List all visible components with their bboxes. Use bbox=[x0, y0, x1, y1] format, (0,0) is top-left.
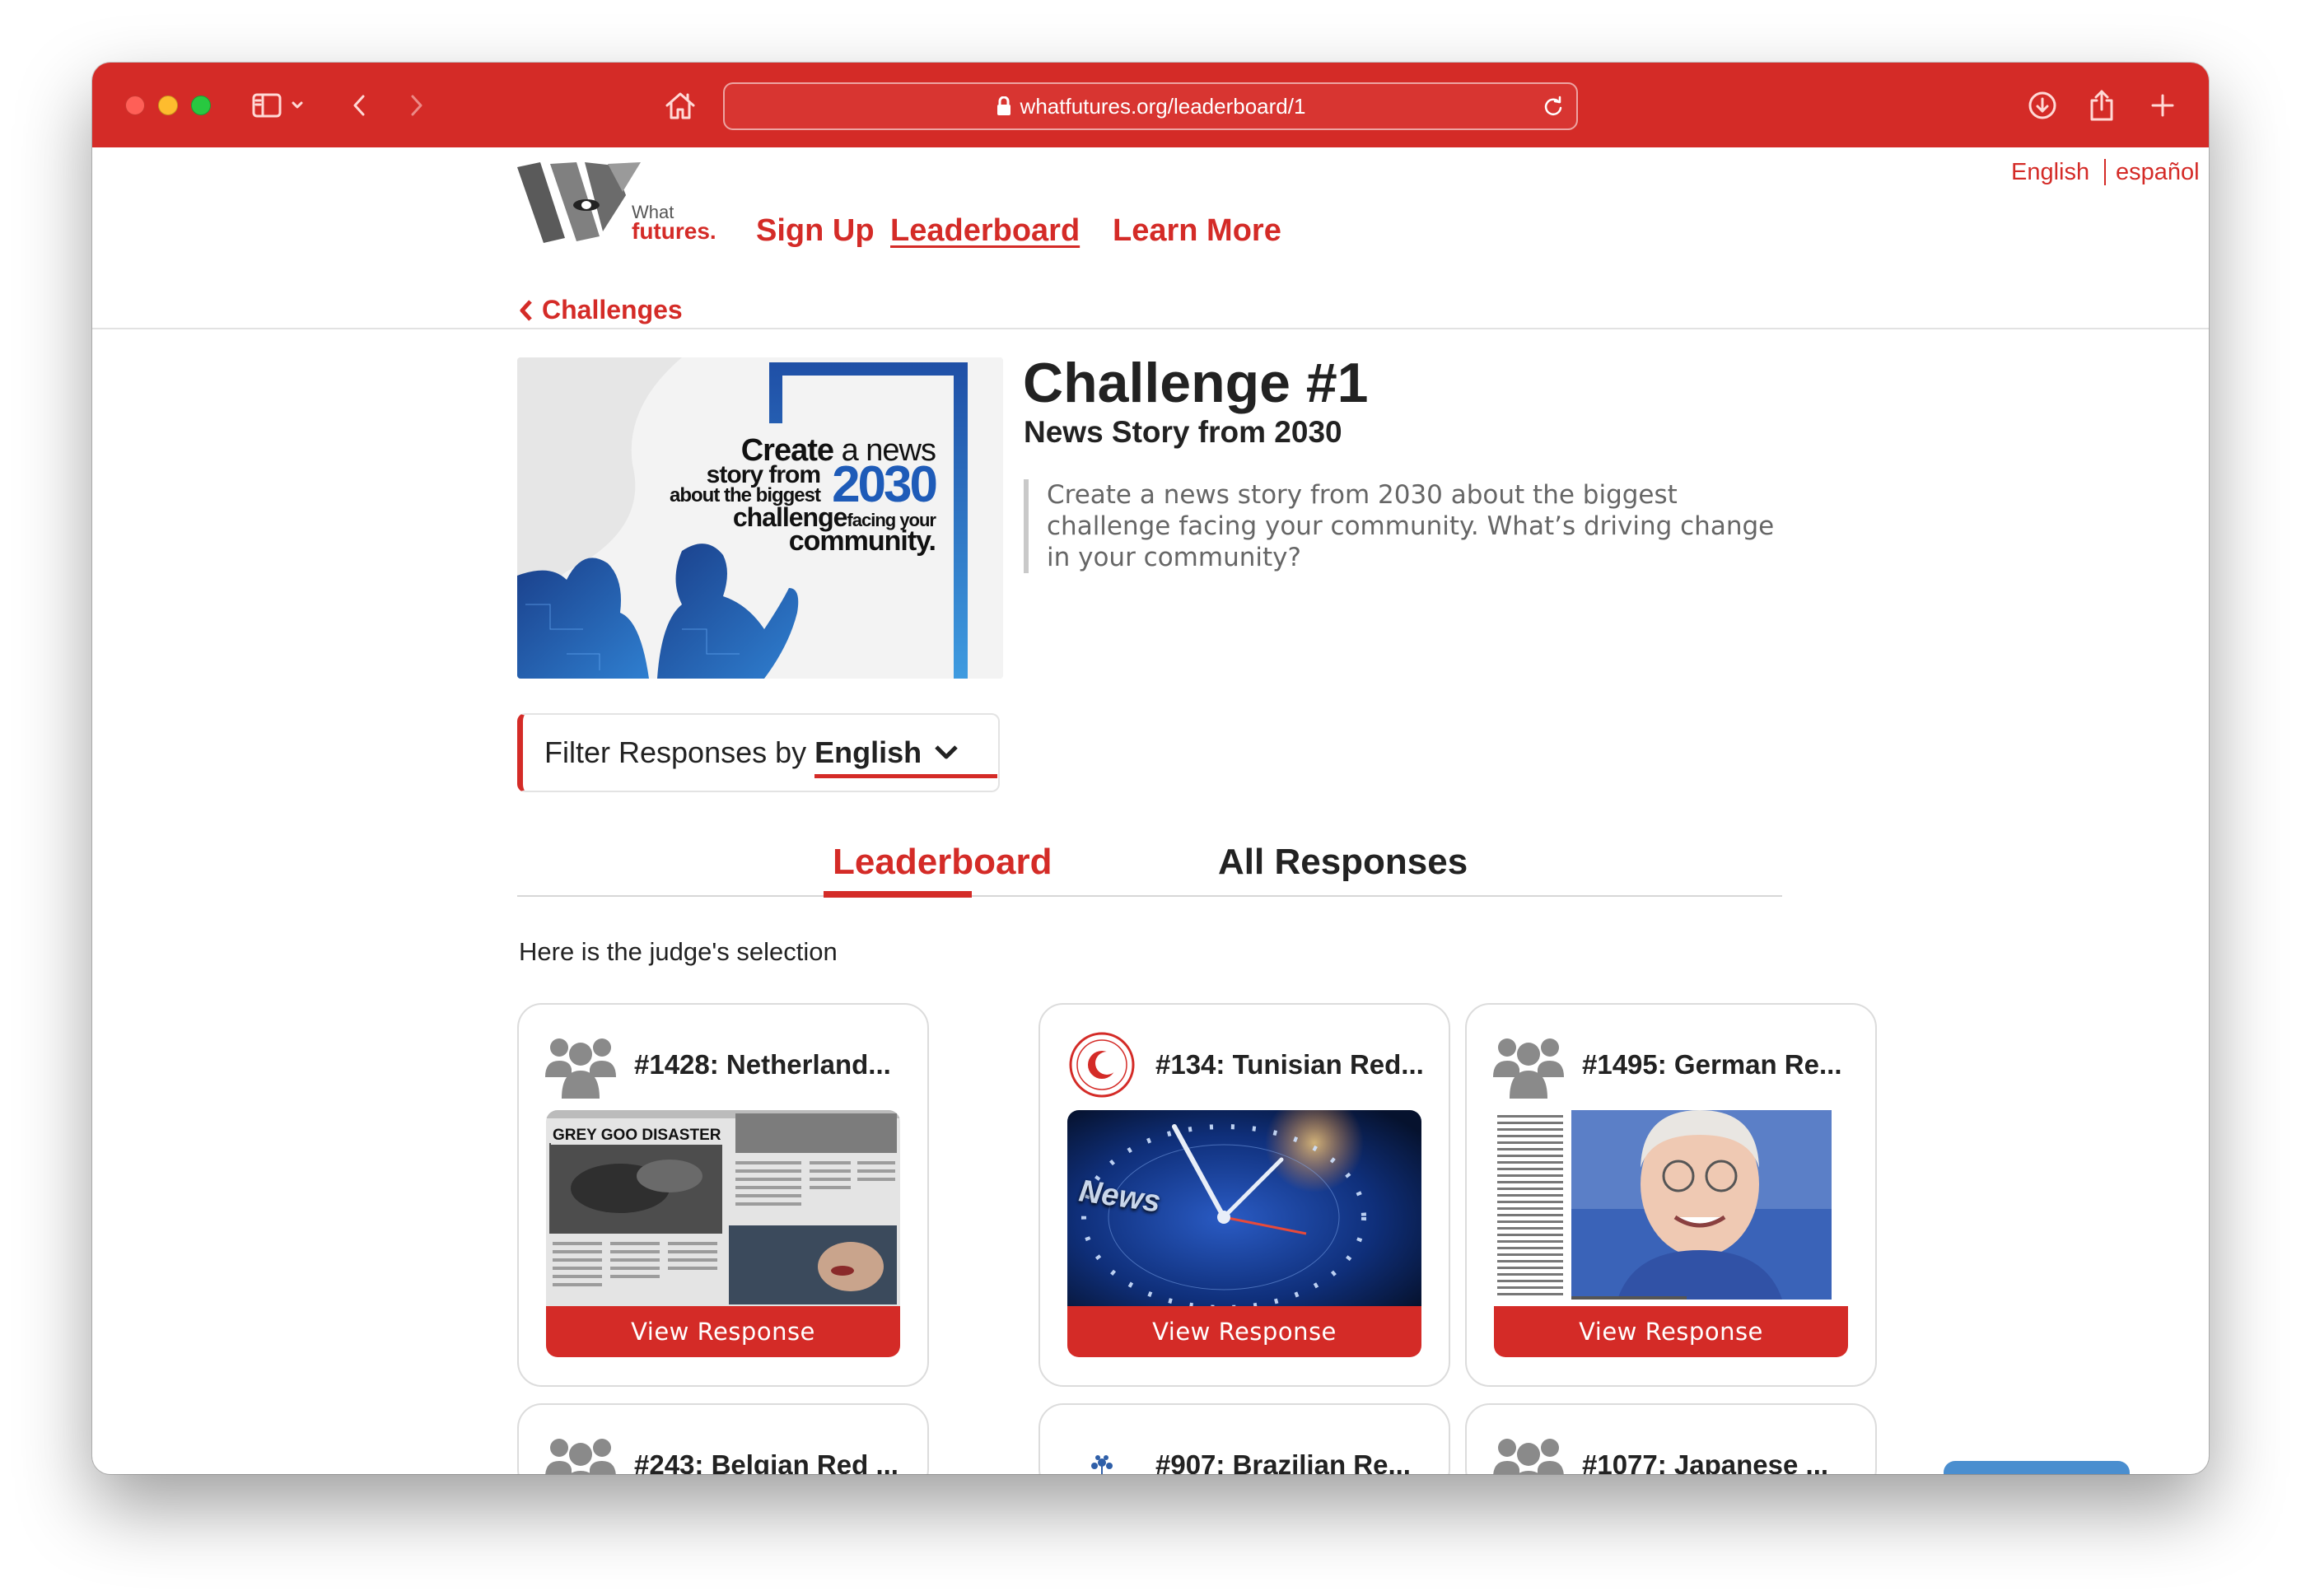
language-filter[interactable]: Filter Responses by English bbox=[517, 713, 1000, 792]
floating-tab-button[interactable] bbox=[1944, 1461, 2130, 1474]
close-window-button[interactable] bbox=[125, 96, 145, 115]
judge-selection-text: Here is the judge's selection bbox=[519, 937, 838, 966]
zoom-window-button[interactable] bbox=[191, 96, 211, 115]
hero-text-year: 2030 bbox=[832, 456, 938, 513]
back-to-challenges-link[interactable]: Challenges bbox=[519, 295, 683, 325]
filter-label: Filter Responses by bbox=[544, 735, 807, 769]
group-icon bbox=[545, 1038, 616, 1099]
home-icon[interactable] bbox=[660, 86, 700, 125]
share-icon[interactable] bbox=[2082, 86, 2121, 125]
response-card-title[interactable]: #1428: Netherland... bbox=[634, 1049, 914, 1080]
response-card[interactable]: #907: Brazilian Re... bbox=[1038, 1403, 1450, 1474]
browser-window: whatfutures.org/leaderboard/1 What futur… bbox=[92, 63, 2209, 1474]
chevron-left-icon bbox=[520, 299, 532, 321]
tree-logo-icon bbox=[1091, 1455, 1113, 1474]
tab-all-responses[interactable]: All Responses bbox=[1218, 842, 1468, 883]
group-icon bbox=[1493, 1038, 1564, 1099]
nav-sign-up[interactable]: Sign Up bbox=[756, 213, 875, 249]
filter-language-value: English bbox=[814, 735, 922, 769]
group-icon bbox=[1493, 1439, 1564, 1474]
new-tab-icon[interactable] bbox=[2143, 86, 2182, 125]
response-card-title[interactable]: #134: Tunisian Red... bbox=[1155, 1049, 1435, 1080]
response-card[interactable]: #1077: Japanese ... bbox=[1465, 1403, 1877, 1474]
response-card[interactable]: #243: Belgian Red ... bbox=[517, 1403, 929, 1474]
browser-toolbar: whatfutures.org/leaderboard/1 bbox=[92, 63, 2209, 147]
nav-leaderboard[interactable]: Leaderboard bbox=[890, 213, 1080, 249]
address-bar[interactable]: whatfutures.org/leaderboard/1 bbox=[723, 82, 1578, 130]
reload-icon[interactable] bbox=[1542, 95, 1565, 118]
url-text: whatfutures.org/leaderboard/1 bbox=[1020, 93, 1306, 119]
response-card-title[interactable]: #907: Brazilian Re... bbox=[1155, 1449, 1435, 1474]
thumbnail-headline: GREY GOO DISASTER bbox=[551, 1127, 723, 1145]
filter-language-select[interactable]: English bbox=[814, 735, 998, 778]
language-espanol-link[interactable]: español bbox=[2116, 159, 2200, 186]
challenge-description-block: Create a news story from 2030 about the … bbox=[1024, 479, 1790, 573]
challenge-subtitle: News Story from 2030 bbox=[1024, 415, 1342, 449]
site-header: What futures. Sign Up Leaderboard Learn … bbox=[92, 147, 2209, 329]
hero-text-community: community. bbox=[788, 525, 936, 557]
challenge-title: Challenge #1 bbox=[1023, 352, 1369, 414]
view-response-button[interactable]: View Response bbox=[546, 1306, 900, 1357]
download-icon[interactable] bbox=[2023, 86, 2062, 125]
view-response-button[interactable]: View Response bbox=[1067, 1306, 1421, 1357]
back-icon[interactable] bbox=[344, 86, 374, 125]
response-card-title[interactable]: #1077: Japanese ... bbox=[1582, 1449, 1862, 1474]
response-card[interactable]: #1495: German Re... View Response bbox=[1465, 1003, 1877, 1387]
response-thumbnail[interactable]: News bbox=[1067, 1110, 1421, 1308]
response-card-title[interactable]: #243: Belgian Red ... bbox=[634, 1449, 914, 1474]
response-thumbnail[interactable] bbox=[1494, 1110, 1848, 1308]
view-response-button[interactable]: View Response bbox=[1494, 1306, 1848, 1357]
tab-leaderboard[interactable]: Leaderboard bbox=[833, 842, 1052, 883]
response-card-title[interactable]: #1495: German Re... bbox=[1582, 1049, 1862, 1080]
language-divider bbox=[2104, 159, 2106, 185]
response-card[interactable]: #134: Tunisian Red... News View Response bbox=[1038, 1003, 1450, 1387]
minimize-window-button[interactable] bbox=[158, 96, 178, 115]
red-crescent-logo-icon bbox=[1069, 1032, 1135, 1098]
group-icon bbox=[545, 1439, 616, 1474]
logo-futures-text: futures. bbox=[632, 218, 716, 244]
response-thumbnail[interactable]: GREY GOO DISASTER bbox=[546, 1110, 900, 1308]
challenge-hero-image: Create a news story from about the bigge… bbox=[517, 357, 1003, 679]
back-link-label: Challenges bbox=[542, 295, 683, 324]
tab-active-indicator bbox=[824, 891, 972, 898]
chevron-down-icon bbox=[935, 745, 958, 759]
lock-icon bbox=[996, 96, 1010, 115]
tabs-divider bbox=[517, 895, 1782, 897]
challenge-description: Create a news story from 2030 about the … bbox=[1047, 480, 1775, 572]
response-card[interactable]: #1428: Netherland... GREY GOO DISASTER V… bbox=[517, 1003, 929, 1387]
forward-icon[interactable] bbox=[402, 86, 432, 125]
chevron-down-icon[interactable] bbox=[287, 86, 308, 125]
nav-learn-more[interactable]: Learn More bbox=[1113, 213, 1281, 249]
sidebar-icon[interactable] bbox=[249, 86, 285, 125]
language-english-link[interactable]: English bbox=[2011, 159, 2089, 186]
